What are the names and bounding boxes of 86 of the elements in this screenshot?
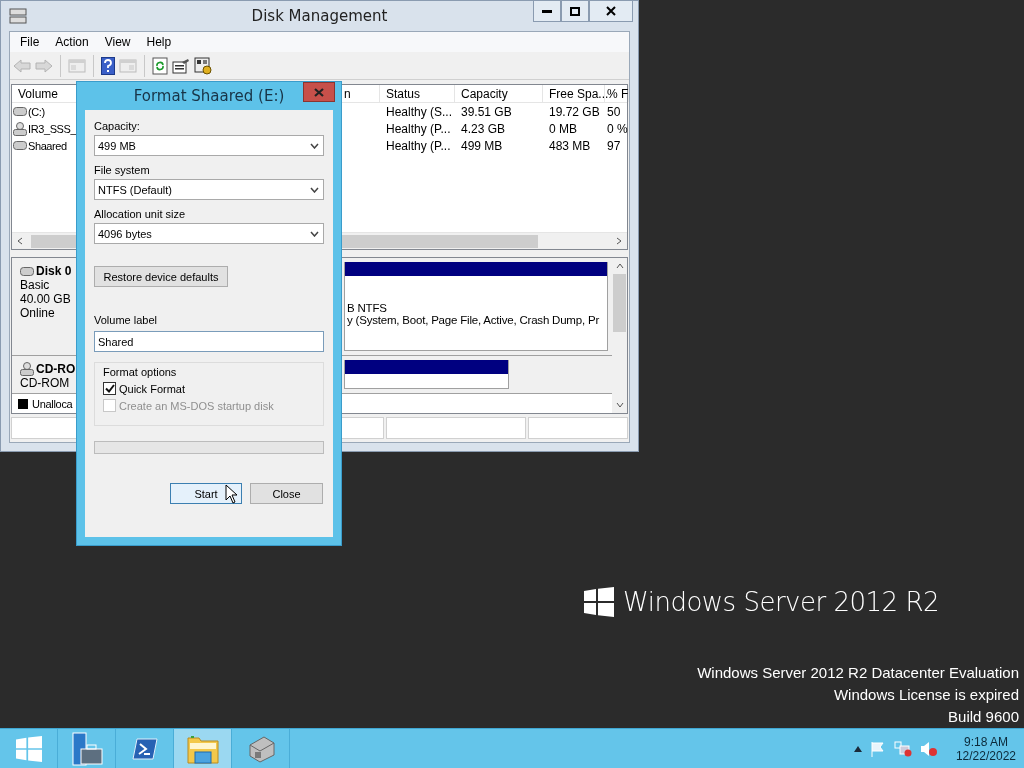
table-cell-text: 0 MB	[548, 120, 578, 137]
volume-name: (C:)	[28, 105, 45, 118]
menu-item[interactable]: Action	[47, 35, 97, 49]
disk-info: Online	[20, 306, 55, 320]
table-cell-text: Healthy (P...	[385, 137, 452, 154]
column-header[interactable]: % F	[605, 85, 630, 102]
volume-name: IR3_SSS_	[28, 122, 77, 135]
disk-info: CD-ROM	[20, 376, 70, 390]
partition-info: y (System, Boot, Page File, Active, Crash Dump, Pr	[347, 314, 601, 326]
properties-icon[interactable]	[172, 57, 190, 74]
app-icon	[9, 8, 27, 24]
field-label: Allocation unit size	[94, 208, 187, 220]
checkbox-label: Create an MS-DOS startup disk	[119, 399, 274, 412]
powershell-icon	[131, 737, 158, 760]
disk-info: Basic	[20, 278, 50, 292]
group-title: Format options	[103, 366, 178, 378]
partition-info: B NTFS	[347, 302, 388, 314]
refresh-icon[interactable]	[152, 56, 168, 75]
check-icon	[104, 384, 115, 393]
table-cell-text: 50	[606, 103, 622, 120]
dialog-button[interactable]: Start	[170, 483, 242, 504]
show-hidden-icons-icon[interactable]	[853, 745, 862, 752]
taskbar-app[interactable]	[174, 729, 232, 768]
drive-icon	[20, 266, 34, 276]
drive-icon	[13, 141, 27, 150]
field-label: Volume label	[94, 314, 157, 326]
maximize-button[interactable]	[561, 1, 589, 22]
disk-name: Disk 0	[20, 264, 72, 278]
watermark-text: Windows License is expired	[833, 685, 1019, 705]
help-icon[interactable]	[101, 56, 115, 75]
close-button[interactable]	[589, 1, 633, 22]
caret-icon	[310, 230, 319, 237]
disk-name: CD-RO	[20, 362, 76, 376]
brand-text: Windows Server 2012 R2	[623, 587, 939, 617]
table-cell-text: 499 MB	[460, 137, 504, 154]
table-cell-text: 0 %	[606, 120, 628, 137]
watermark-text: Windows Server 2012 R2 Datacenter Evaluation	[697, 663, 1019, 683]
windows-logo-icon	[15, 735, 42, 762]
network-error-icon[interactable]	[893, 740, 912, 757]
settings-icon[interactable]	[194, 56, 212, 75]
partition-block[interactable]	[344, 360, 509, 389]
clock[interactable]: 9:18 AM 12/22/2022	[955, 734, 1016, 763]
volume-name: Shaared	[28, 139, 67, 152]
dialog-button[interactable]: Close	[250, 483, 323, 504]
table-cell-text: 19.72 GB	[548, 103, 601, 120]
column-header[interactable]: Capacity	[455, 85, 543, 102]
mouse-cursor-icon	[225, 484, 238, 504]
table-cell-text: 39.51 GB	[460, 103, 513, 120]
table-cell-text: 97	[606, 137, 622, 154]
checkbox[interactable]	[103, 382, 116, 395]
menu-item[interactable]: View	[96, 35, 139, 49]
partition-block[interactable]: B NTFS y (System, Boot, Page File, Active, Crash Dump, Pr	[344, 262, 608, 351]
disk-info: 40.00 GB	[20, 292, 71, 306]
table-cell-text: 4.23 GB	[460, 120, 507, 137]
volume-label-field[interactable]: Shared	[94, 331, 324, 352]
flag-icon[interactable]	[869, 740, 886, 757]
dropdown[interactable]: NTFS (Default)	[94, 179, 324, 200]
minimize-icon	[542, 9, 552, 13]
restore-defaults-button[interactable]: Restore device defaults	[94, 266, 228, 287]
table-cell-text: Healthy (S...	[385, 103, 454, 120]
folder-icon	[186, 733, 219, 764]
drive-icon	[13, 107, 27, 116]
scrollbar-thumb[interactable]	[613, 274, 626, 332]
caret-icon	[310, 142, 319, 149]
caret-icon	[310, 186, 319, 193]
menu-item[interactable]: Help	[138, 35, 180, 49]
window-title: Disk Management	[251, 7, 388, 25]
maximize-icon	[570, 6, 580, 16]
close-icon	[606, 6, 616, 16]
table-cell-text: 483 MB	[548, 137, 592, 154]
minimize-button[interactable]	[533, 1, 561, 22]
column-header[interactable]: Status	[380, 85, 455, 102]
volume-muted-icon[interactable]	[919, 740, 938, 757]
table-cell-text: Healthy (P...	[385, 120, 452, 137]
dropdown[interactable]: 4096 bytes	[94, 223, 324, 244]
menu-item[interactable]: File	[12, 35, 48, 49]
close-icon	[314, 87, 324, 97]
field-label: File system	[94, 164, 151, 176]
dropdown[interactable]: 499 MB	[94, 135, 324, 156]
field-label: Capacity:	[94, 120, 141, 132]
dialog-title: Format Shaared (E:)	[133, 87, 285, 105]
server-manager-icon	[69, 731, 104, 766]
legend-label: Unalloca	[32, 398, 73, 410]
windows-logo-icon	[584, 587, 615, 617]
checkbox-label: Quick Format	[119, 382, 185, 395]
watermark-text: Build 9600	[948, 707, 1019, 727]
